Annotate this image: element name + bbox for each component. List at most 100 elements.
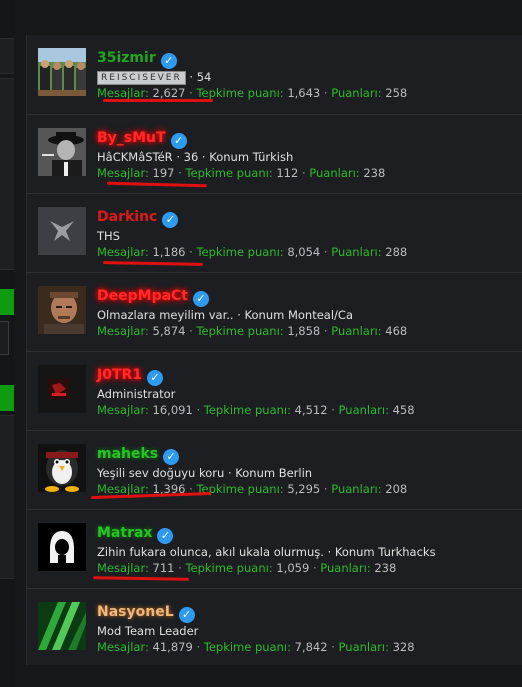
username-text[interactable]: maheks <box>97 446 158 462</box>
points-label: Puanları: <box>320 561 371 575</box>
left-panel-block <box>0 415 14 579</box>
red-underline-mark <box>102 261 204 266</box>
avatar[interactable] <box>38 365 86 413</box>
separator: · <box>331 640 335 654</box>
messages-count: 197 <box>152 166 175 180</box>
username[interactable]: DeepMpaCt ✓ <box>97 287 209 307</box>
avatar[interactable] <box>38 602 86 650</box>
username-text[interactable]: J0TR1 <box>97 367 142 383</box>
points-count: 258 <box>385 86 408 100</box>
separator: · <box>196 640 201 654</box>
verified-badge-icon: ✓ <box>147 370 164 386</box>
reaction-score: 7,842 <box>294 640 328 654</box>
messages-label: Mesajlar: <box>97 166 149 180</box>
member-row: 35izmir ✓ REISCISEVER · 54 Mesajlar: 2,62… <box>27 35 522 113</box>
username[interactable]: maheks ✓ <box>97 445 180 465</box>
separator: · <box>312 561 317 575</box>
points-label: Puanları: <box>331 482 382 496</box>
user-info: Olmazlara meyilim var.. · Konum Monteal/… <box>97 308 353 322</box>
red-underline-mark <box>103 99 213 102</box>
reaction-score: 112 <box>276 166 299 180</box>
messages-label: Mesajlar: <box>97 403 149 417</box>
user-info: · 54 <box>189 70 212 84</box>
verified-badge-icon: ✓ <box>178 607 195 623</box>
separator: · <box>189 324 193 338</box>
separator: · <box>331 403 335 417</box>
points-count: 238 <box>374 561 397 575</box>
user-stats: Mesajlar: 2,627 · Tepkime puanı: 1,643 ·… <box>97 86 407 100</box>
reaction-score: 1,643 <box>287 86 321 100</box>
username[interactable]: Darkinc ✓ <box>97 208 179 228</box>
points-count: 288 <box>385 245 408 259</box>
messages-count: 711 <box>152 561 175 575</box>
reaction-score: 5,295 <box>287 482 321 496</box>
verified-badge-icon: ✓ <box>160 53 177 69</box>
points-label: Puanları: <box>338 403 389 417</box>
separator: · <box>189 245 193 259</box>
points-label: Puanları: <box>309 166 360 180</box>
reaction-score: 8,054 <box>287 245 321 259</box>
messages-count: 16,091 <box>152 403 193 417</box>
member-row: Matrax ✓ Zihin fukara olunca, akıl ukala … <box>27 509 522 587</box>
user-info: THS <box>97 229 120 243</box>
red-underline-mark <box>106 181 208 188</box>
reaction-label: Tepkime puanı: <box>196 86 284 100</box>
user-stats: Mesajlar: 5,874 · Tepkime puanı: 1,858 ·… <box>97 324 407 338</box>
verified-badge-icon: ✓ <box>170 133 187 149</box>
separator: · <box>323 245 328 259</box>
username[interactable]: J0TR1 ✓ <box>97 366 164 386</box>
messages-count: 41,879 <box>152 640 193 654</box>
reaction-label: Tepkime puanı: <box>185 561 273 575</box>
username[interactable]: 35izmir ✓ <box>97 49 177 69</box>
left-green-button[interactable] <box>0 385 14 411</box>
messages-label: Mesajlar: <box>97 324 149 338</box>
points-count: 208 <box>385 482 408 496</box>
points-count: 238 <box>363 166 386 180</box>
separator: · <box>323 324 328 338</box>
user-info: Yeşili sev doğuyu koru · Konum Berlin <box>97 466 313 480</box>
avatar[interactable] <box>38 48 86 96</box>
avatar[interactable] <box>38 128 86 176</box>
avatar[interactable] <box>38 286 86 334</box>
username[interactable]: By_sMuT ✓ <box>97 129 187 149</box>
member-row: By_sMuT ✓ HâCKMâSTéR · 36 · Konum Türkish… <box>27 114 522 192</box>
points-label: Puanları: <box>331 86 382 100</box>
points-count: 328 <box>392 640 415 654</box>
user-info: Zihin fukara olunca, akıl ukala olurmuş.… <box>97 545 436 559</box>
reaction-label: Tepkime puanı: <box>196 245 284 259</box>
points-count: 468 <box>385 324 408 338</box>
reaction-score: 1,858 <box>287 324 321 338</box>
username-text[interactable]: 35izmir <box>97 50 156 66</box>
left-panel-block <box>0 78 14 270</box>
avatar[interactable] <box>38 207 86 255</box>
verified-badge-icon: ✓ <box>193 291 209 307</box>
left-green-button[interactable] <box>0 289 14 315</box>
username-text[interactable]: Darkinc <box>97 209 157 225</box>
username-text[interactable]: DeepMpaCt <box>97 288 188 304</box>
reaction-label: Tepkime puanı: <box>196 324 284 338</box>
username[interactable]: NasyoneL ✓ <box>97 603 195 623</box>
username-text[interactable]: Matrax <box>97 525 152 541</box>
separator: · <box>323 482 328 496</box>
member-row: NasyoneL ✓ Mod Team Leader Mesajlar: 41,8… <box>27 588 522 666</box>
reaction-score: 1,059 <box>276 561 310 575</box>
username-text[interactable]: By_sMuT <box>97 130 166 146</box>
reaction-label: Tepkime puanı: <box>203 640 291 654</box>
avatar[interactable] <box>38 523 86 571</box>
separator: · <box>189 86 193 100</box>
left-panel-block <box>0 38 14 74</box>
messages-count: 1,186 <box>152 245 186 259</box>
username-text[interactable]: NasyoneL <box>97 604 174 620</box>
avatar[interactable] <box>38 444 86 492</box>
user-stats: Mesajlar: 711 · Tepkime puanı: 1,059 · P… <box>97 561 396 575</box>
member-row: DeepMpaCt ✓ Olmazlara meyilim var.. · Kon… <box>27 272 522 350</box>
points-label: Puanları: <box>331 324 382 338</box>
user-info: Mod Team Leader <box>97 624 199 638</box>
user-stats: Mesajlar: 41,879 · Tepkime puanı: 7,842 … <box>97 640 415 654</box>
messages-label: Mesajlar: <box>97 245 149 259</box>
messages-count: 5,874 <box>152 324 186 338</box>
username[interactable]: Matrax ✓ <box>97 524 174 544</box>
separator: · <box>301 166 306 180</box>
user-stats: Mesajlar: 1,186 · Tepkime puanı: 8,054 ·… <box>97 245 407 259</box>
left-input-box[interactable] <box>0 321 9 355</box>
